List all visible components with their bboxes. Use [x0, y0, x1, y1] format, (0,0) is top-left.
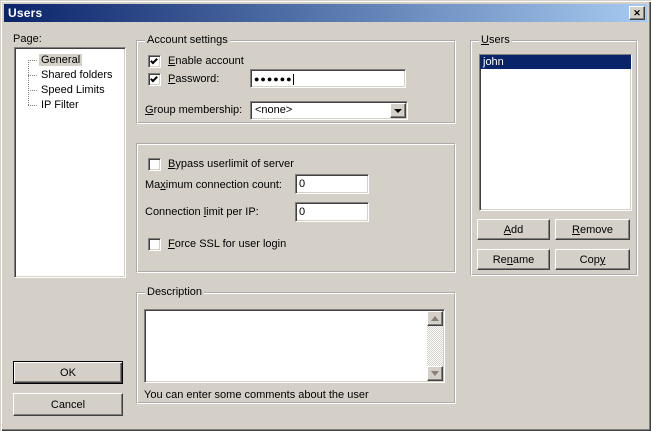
- description-hint: You can enter some comments about the us…: [144, 389, 369, 402]
- page-tree: General Shared folders Speed Limits IP F…: [14, 47, 126, 278]
- tree-item-general[interactable]: General: [15, 53, 125, 68]
- vertical-scrollbar[interactable]: [427, 311, 443, 381]
- limits-group: Bypass userlimit of server Maximum conne…: [136, 143, 456, 273]
- users-group: Users john Add Remove Rename Copy: [470, 40, 638, 276]
- close-button[interactable]: ✕: [629, 6, 645, 20]
- account-settings-title: Account settings: [145, 34, 230, 47]
- enable-account-label[interactable]: Enable account: [168, 55, 244, 68]
- users-dialog: Users ✕ Page: General Shared folders Spe…: [0, 0, 651, 431]
- group-membership-select[interactable]: <none>: [250, 101, 408, 120]
- password-checkbox[interactable]: [148, 73, 161, 86]
- title-bar: Users ✕: [4, 4, 647, 22]
- account-settings-group: Account settings Enable account Password…: [136, 40, 456, 124]
- tree-branch-icon: [28, 75, 37, 76]
- description-title: Description: [145, 286, 204, 299]
- description-textarea[interactable]: [144, 309, 445, 383]
- window-title: Users: [4, 6, 42, 20]
- tree-item-shared-folders[interactable]: Shared folders: [15, 68, 125, 83]
- bypass-userlimit-label[interactable]: Bypass userlimit of server: [168, 158, 294, 171]
- cancel-button[interactable]: Cancel: [13, 393, 123, 416]
- users-group-title: Users: [479, 34, 512, 47]
- users-listbox[interactable]: john: [479, 54, 632, 211]
- chevron-down-icon: [394, 109, 402, 113]
- text-caret: [293, 74, 294, 85]
- max-connection-label: Maximum connection count:: [145, 179, 282, 192]
- password-label[interactable]: Password:: [168, 73, 219, 86]
- dropdown-button[interactable]: [390, 103, 406, 118]
- force-ssl-label[interactable]: Force SSL for user login: [168, 238, 286, 251]
- ok-button[interactable]: OK: [13, 361, 123, 384]
- password-input[interactable]: ●●●●●●: [250, 69, 406, 88]
- add-button[interactable]: Add: [477, 219, 550, 240]
- connection-limit-ip-input[interactable]: 0: [295, 202, 369, 222]
- tree-branch-icon: [28, 60, 37, 61]
- scroll-down-button[interactable]: [427, 366, 443, 381]
- description-group: Description You can enter some comments …: [136, 292, 456, 404]
- copy-button[interactable]: Copy: [555, 249, 630, 270]
- tree-branch-icon: [28, 105, 37, 106]
- tree-item-speed-limits[interactable]: Speed Limits: [15, 83, 125, 98]
- close-icon: ✕: [633, 9, 641, 18]
- tree-branch-icon: [28, 90, 37, 91]
- check-icon: [150, 57, 158, 65]
- connection-limit-ip-label: Connection limit per IP:: [145, 206, 259, 219]
- arrow-up-icon: [431, 316, 439, 321]
- force-ssl-checkbox[interactable]: [148, 238, 161, 251]
- tree-item-ip-filter[interactable]: IP Filter: [15, 98, 125, 113]
- user-list-item[interactable]: john: [480, 55, 631, 69]
- group-membership-label: Group membership:: [145, 104, 242, 117]
- remove-button[interactable]: Remove: [555, 219, 630, 240]
- page-label: Page:: [13, 33, 42, 46]
- scroll-up-button[interactable]: [427, 311, 443, 326]
- check-icon: [150, 75, 158, 83]
- arrow-down-icon: [431, 371, 439, 376]
- bypass-userlimit-checkbox[interactable]: [148, 158, 161, 171]
- max-connection-input[interactable]: 0: [295, 174, 369, 194]
- enable-account-checkbox[interactable]: [148, 55, 161, 68]
- rename-button[interactable]: Rename: [477, 249, 550, 270]
